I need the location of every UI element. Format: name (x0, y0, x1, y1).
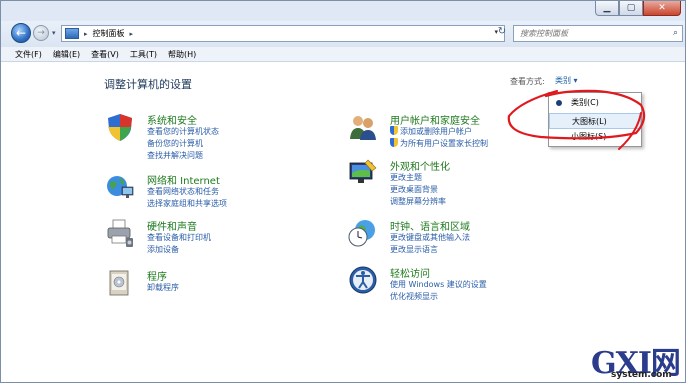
category-title[interactable]: 外观和个性化 (390, 158, 450, 173)
shield-icon[interactable] (105, 112, 135, 142)
category-title[interactable]: 硬件和声音 (147, 218, 197, 233)
category-link[interactable]: 更改显示语言 (390, 244, 438, 255)
category-link[interactable]: 卸载程序 (147, 282, 179, 293)
category-appearance: 外观和个性化 更改主题 更改桌面背景 调整屏幕分辨率 (348, 158, 548, 206)
view-option-label: 小图标(S) (571, 132, 607, 141)
menu-tools[interactable]: 工具(T) (130, 49, 157, 60)
category-link[interactable]: 更改主题 (390, 172, 422, 183)
category-title[interactable]: 网络和 Internet (147, 172, 220, 187)
view-by-menu: 类别(C) 大图标(L) 小图标(S) (548, 92, 642, 147)
network-globe-icon[interactable] (105, 172, 135, 202)
page-title: 调整计算机的设置 (104, 78, 192, 91)
watermark-domain: system.com (611, 370, 672, 380)
category-link[interactable]: 为所有用户设置家长控制 (390, 138, 488, 149)
category-title[interactable]: 系统和安全 (147, 112, 197, 127)
address-bar[interactable]: ▸ 控制面板 ▸ ▾ (61, 25, 505, 42)
menu-bar: 文件(F) 编辑(E) 查看(V) 工具(T) 帮助(H) (1, 47, 685, 62)
category-title[interactable]: 轻松访问 (390, 265, 430, 280)
category-link[interactable]: 添加或删除用户帐户 (390, 126, 472, 137)
breadcrumb-control-panel[interactable]: 控制面板 (93, 28, 125, 39)
printer-icon[interactable] (105, 218, 135, 248)
category-system-security: 系统和安全 查看您的计算机状态 备份您的计算机 查找并解决问题 (105, 112, 305, 160)
control-panel-window: ▁ ▢ ✕ ← → ▾ ▸ 控制面板 ▸ ▾ ↻ ⌕ 文件(F) 编辑(E) 查… (0, 0, 686, 383)
view-by-dropdown[interactable]: 类别 ▾ (555, 75, 578, 86)
close-button[interactable]: ✕ (643, 1, 681, 16)
address-row: ← → ▾ ▸ 控制面板 ▸ ▾ ↻ ⌕ (1, 21, 685, 47)
search-icon[interactable]: ⌕ (673, 28, 678, 38)
search-input[interactable] (514, 26, 664, 41)
selected-radio-icon (556, 100, 562, 106)
appearance-monitor-icon[interactable] (348, 158, 378, 188)
category-link[interactable]: 查看设备和打印机 (147, 232, 211, 243)
category-clock-language: 时钟、语言和区域 更改键盘或其他输入法 更改显示语言 (348, 218, 548, 256)
breadcrumb-separator-icon[interactable]: ▸ (84, 30, 88, 38)
category-link[interactable]: 选择家庭组和共享选项 (147, 198, 227, 209)
users-icon[interactable] (348, 112, 378, 142)
category-hardware-sound: 硬件和声音 查看设备和打印机 添加设备 (105, 218, 305, 256)
category-network: 网络和 Internet 查看网络状态和任务 选择家庭组和共享选项 (105, 172, 305, 210)
category-link[interactable]: 查看您的计算机状态 (147, 126, 219, 137)
category-link[interactable]: 添加设备 (147, 244, 179, 255)
content-area: 调整计算机的设置 查看方式: 类别 ▾ 系统和安全 查看您的计算机状态 备份您的… (1, 62, 685, 382)
category-link[interactable]: 查找并解决问题 (147, 150, 203, 161)
maximize-button[interactable]: ▢ (619, 1, 643, 16)
view-option-category[interactable]: 类别(C) (549, 95, 641, 111)
forward-arrow-icon: → (37, 28, 45, 38)
search-box[interactable]: ⌕ (513, 25, 683, 42)
category-ease-of-access: 轻松访问 使用 Windows 建议的设置 优化视频显示 (348, 265, 548, 303)
category-link[interactable]: 优化视频显示 (390, 291, 438, 302)
menu-edit[interactable]: 编辑(E) (53, 49, 80, 60)
category-link-text: 添加或删除用户帐户 (400, 127, 472, 136)
view-option-small-icons[interactable]: 小图标(S) (549, 129, 641, 145)
back-button[interactable]: ← (11, 23, 31, 43)
category-title[interactable]: 时钟、语言和区域 (390, 218, 470, 233)
caption-buttons: ▁ ▢ ✕ (595, 1, 681, 17)
category-title[interactable]: 程序 (147, 268, 167, 283)
uac-shield-icon (390, 138, 398, 147)
category-title[interactable]: 用户帐户和家庭安全 (390, 112, 480, 127)
category-link[interactable]: 使用 Windows 建议的设置 (390, 279, 487, 290)
ease-of-access-icon[interactable] (348, 265, 378, 295)
refresh-button[interactable]: ↻ (493, 26, 511, 41)
category-link[interactable]: 更改键盘或其他输入法 (390, 232, 470, 243)
category-link[interactable]: 更改桌面背景 (390, 184, 438, 195)
back-arrow-icon: ← (15, 26, 27, 40)
refresh-icon: ↻ (497, 26, 507, 37)
category-link[interactable]: 备份您的计算机 (147, 138, 203, 149)
view-option-label: 大图标(L) (572, 117, 607, 126)
forward-button[interactable]: → (33, 25, 49, 41)
menu-file[interactable]: 文件(F) (15, 49, 42, 60)
category-user-accounts: 用户帐户和家庭安全 添加或删除用户帐户 为所有用户设置家长控制 (348, 112, 548, 150)
control-panel-icon (65, 28, 79, 39)
category-link-text: 为所有用户设置家长控制 (400, 139, 488, 148)
minimize-button[interactable]: ▁ (595, 1, 619, 16)
view-option-label: 类别(C) (571, 98, 599, 107)
breadcrumb-separator-icon[interactable]: ▸ (130, 30, 134, 38)
view-option-large-icons[interactable]: 大图标(L) (549, 113, 641, 129)
category-link[interactable]: 查看网络状态和任务 (147, 186, 219, 197)
view-by-label: 查看方式: (510, 77, 545, 86)
category-programs: 程序 卸载程序 (105, 268, 305, 300)
category-link[interactable]: 调整屏幕分辨率 (390, 196, 446, 207)
uac-shield-icon (390, 126, 398, 135)
clock-globe-icon[interactable] (348, 218, 378, 248)
watermark-logo: GXI网 system.com (591, 338, 685, 382)
menu-view[interactable]: 查看(V) (91, 49, 119, 60)
recent-pages-dropdown[interactable]: ▾ (52, 29, 56, 37)
menu-help[interactable]: 帮助(H) (168, 49, 196, 60)
programs-box-icon[interactable] (105, 268, 135, 298)
